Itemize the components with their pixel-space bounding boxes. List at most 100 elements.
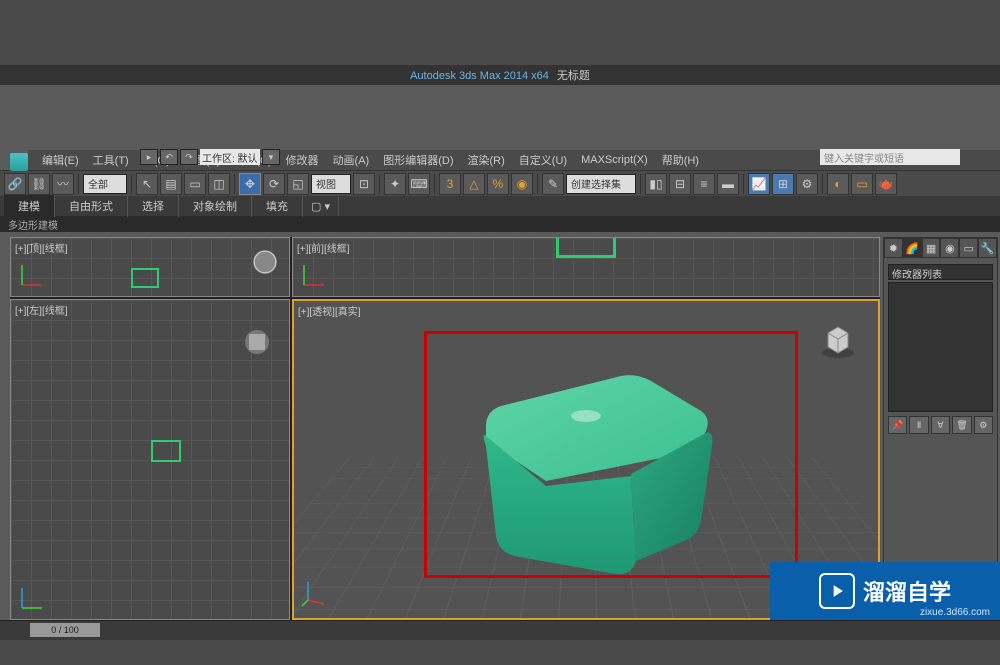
qa-redo-icon[interactable]: ↷ (180, 149, 198, 165)
tab-selection[interactable]: 选择 (128, 195, 179, 217)
search-input[interactable]: 键入关键字或短语 (820, 149, 960, 165)
menu-edit[interactable]: 编辑(E) (36, 150, 85, 170)
separator (78, 174, 79, 194)
ribbon-toggle-icon[interactable]: ▬ (717, 173, 739, 195)
scale-icon[interactable]: ◱ (287, 173, 309, 195)
window-cross-icon[interactable]: ◫ (208, 173, 230, 195)
named-sel-dropdown[interactable]: 创建选择集 (566, 174, 636, 194)
qa-undo-icon[interactable]: ↶ (160, 149, 178, 165)
tab-freeform[interactable]: 自由形式 (55, 195, 128, 217)
select-name-icon[interactable]: ▤ (160, 173, 182, 195)
tab-modeling[interactable]: 建模 (4, 195, 55, 217)
tab-populate[interactable]: 填充 (252, 195, 303, 217)
tab-create-icon[interactable]: ✹ (884, 238, 903, 258)
cube-object[interactable] (446, 356, 726, 576)
modifier-stack-toolbar: 📌 Ⅱ ∀ 🗑 ⚙ (888, 416, 993, 434)
watermark-url: zixue.3d66.com (920, 607, 990, 618)
configure-icon[interactable]: ⚙ (974, 416, 993, 434)
rotate-icon[interactable]: ⟳ (263, 173, 285, 195)
show-end-icon[interactable]: Ⅱ (909, 416, 928, 434)
quick-access-toolbar: ▸ ↶ ↷ 工作区: 默认 ▾ (140, 149, 280, 165)
tab-modify-icon[interactable]: 🌈 (903, 238, 922, 258)
layer-icon[interactable]: ≡ (693, 173, 715, 195)
tab-utilities-icon[interactable]: 🔧 (978, 238, 997, 258)
app-window: Autodesk 3ds Max 2014 x64无标题 ▸ ↶ ↷ 工作区: … (0, 65, 1000, 665)
tab-hierarchy-icon[interactable]: ▦ (922, 238, 941, 258)
select-icon[interactable]: ↖ (136, 173, 158, 195)
unlink-icon[interactable]: ⛓ (28, 173, 50, 195)
manip-icon[interactable]: ✦ (384, 173, 406, 195)
schematic-icon[interactable]: ⊞ (772, 173, 794, 195)
tab-object-paint[interactable]: 对象绘制 (179, 195, 252, 217)
vp-label-left[interactable]: [+][左][线框] (15, 302, 68, 317)
separator (537, 174, 538, 194)
tab-expand-icon[interactable]: ▢ ▾ (303, 197, 339, 216)
menu-animation[interactable]: 动画(A) (327, 150, 376, 170)
vp-label-persp[interactable]: [+][透视][真实] (298, 303, 361, 318)
vp-label-top[interactable]: [+][顶][线框] (15, 240, 68, 255)
main-toolbar: 🔗 ⛓ 〰 全部 ↖ ▤ ▭ ◫ ✥ ⟳ ◱ 视图 ⊡ ✦ ⌨ 3 △ % ◉ … (0, 170, 1000, 196)
curve-editor-icon[interactable]: 📈 (748, 173, 770, 195)
mirror-icon[interactable]: ▮▯ (645, 173, 667, 195)
menu-customize[interactable]: 自定义(U) (513, 150, 573, 170)
render-setup-icon[interactable]: ◐ (827, 173, 849, 195)
selection-filter-dropdown[interactable]: 全部 (83, 174, 127, 194)
menu-help[interactable]: 帮助(H) (656, 150, 705, 170)
refcoord-dropdown[interactable]: 视图 (311, 174, 351, 194)
modifier-stack[interactable] (888, 282, 993, 412)
viewport-front[interactable]: [+][前][线框] (292, 237, 880, 297)
separator (434, 174, 435, 194)
time-slider[interactable]: 0 / 100 (30, 623, 100, 637)
menu-rendering[interactable]: 渲染(R) (462, 150, 511, 170)
render-icon[interactable]: 🫖 (875, 173, 897, 195)
pin-stack-icon[interactable]: 📌 (888, 416, 907, 434)
watermark-text: 溜溜自学 (863, 575, 951, 607)
menu-graph[interactable]: 图形编辑器(D) (377, 150, 459, 170)
viewcube-icon[interactable] (818, 321, 858, 361)
percent-snap-icon[interactable]: % (487, 173, 509, 195)
tab-display-icon[interactable]: ▭ (959, 238, 978, 258)
bind-icon[interactable]: 〰 (52, 173, 74, 195)
modifier-list-dropdown[interactable]: 修改器列表 (888, 264, 993, 280)
keyboard-icon[interactable]: ⌨ (408, 173, 430, 195)
remove-icon[interactable]: 🗑 (952, 416, 971, 434)
separator (234, 174, 235, 194)
separator (131, 174, 132, 194)
editnamed-icon[interactable]: ✎ (542, 173, 564, 195)
align-icon[interactable]: ⊟ (669, 173, 691, 195)
move-icon[interactable]: ✥ (239, 173, 261, 195)
viewport-top[interactable]: [+][顶][线框] (10, 237, 290, 297)
viewcube-icon[interactable] (245, 330, 269, 354)
qa-expand-icon[interactable]: ▾ (262, 149, 280, 165)
axis-gizmo (17, 583, 47, 613)
unique-icon[interactable]: ∀ (931, 416, 950, 434)
link-icon[interactable]: 🔗 (4, 173, 26, 195)
titlebar-area: Autodesk 3ds Max 2014 x64无标题 (0, 65, 1000, 150)
app-title: Autodesk 3ds Max 2014 x64无标题 (410, 67, 590, 83)
watermark-badge: 溜溜自学 zixue.3d66.com (770, 562, 1000, 620)
tab-motion-icon[interactable]: ◉ (940, 238, 959, 258)
qa-new-icon[interactable]: ▸ (140, 149, 158, 165)
vp-label-front[interactable]: [+][前][线框] (297, 240, 350, 255)
axis-gizmo (300, 578, 330, 608)
timeline[interactable]: 0 / 100 (0, 620, 1000, 640)
pivot-icon[interactable]: ⊡ (353, 173, 375, 195)
viewports: [+][顶][线框] [+][前][线框] [+][左][线框] (10, 237, 880, 620)
material-icon[interactable]: ⚙ (796, 173, 818, 195)
menu-maxscript[interactable]: MAXScript(X) (575, 152, 654, 168)
separator (822, 174, 823, 194)
viewcube-icon[interactable] (253, 250, 277, 274)
spinner-snap-icon[interactable]: ◉ (511, 173, 533, 195)
rect-select-icon[interactable]: ▭ (184, 173, 206, 195)
app-icon[interactable] (10, 153, 28, 171)
menu-tools[interactable]: 工具(T) (87, 150, 135, 170)
render-frame-icon[interactable]: ▭ (851, 173, 873, 195)
ribbon-sub-label: 多边形建模 (8, 217, 58, 232)
menu-modifiers[interactable]: 修改器 (280, 150, 325, 170)
viewport-left[interactable]: [+][左][线框] (10, 299, 290, 620)
workspace-dropdown[interactable]: 工作区: 默认 (200, 149, 260, 165)
angle-snap-icon[interactable]: △ (463, 173, 485, 195)
bottom-bar: 0 / 100 (0, 620, 1000, 665)
snap-icon[interactable]: 3 (439, 173, 461, 195)
separator (379, 174, 380, 194)
